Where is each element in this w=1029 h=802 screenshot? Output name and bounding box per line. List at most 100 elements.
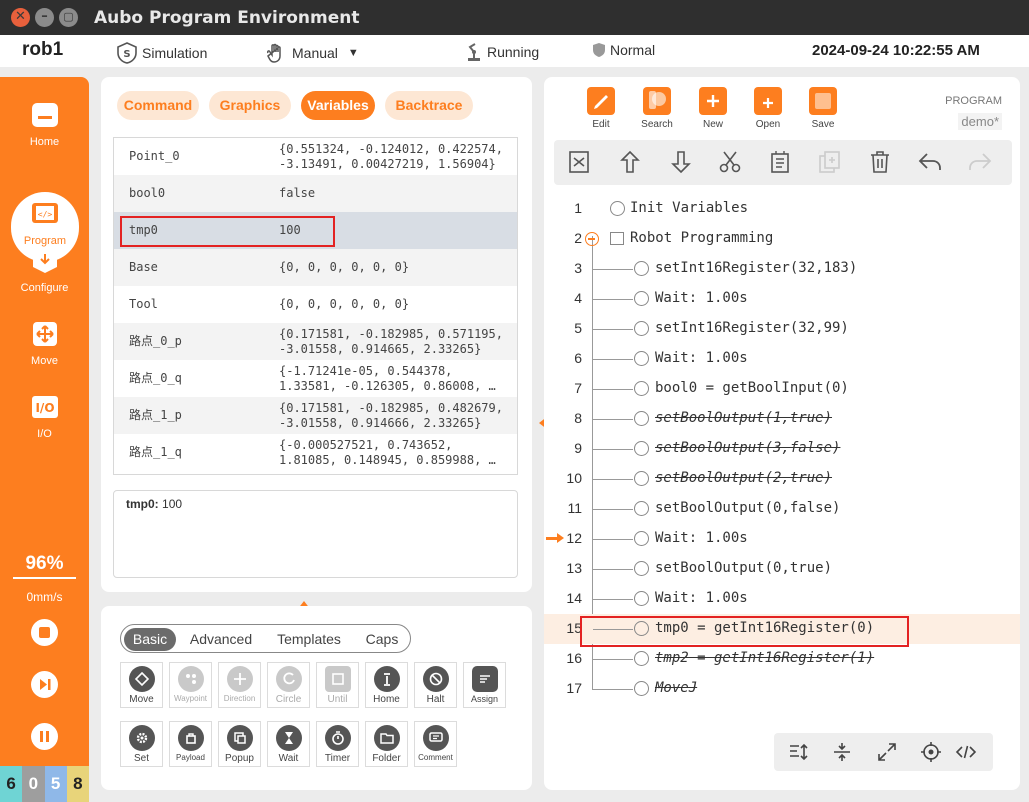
undo-button[interactable] bbox=[917, 149, 943, 175]
chevron-down-icon: ▼ bbox=[347, 47, 359, 59]
window-maximize-button[interactable]: ▢ bbox=[59, 8, 78, 27]
list-item[interactable]: 5 setInt16Register(32,99) bbox=[544, 314, 1020, 344]
move-down-button[interactable] bbox=[668, 149, 694, 175]
list-item[interactable]: 13 setBoolOutput(0,true) bbox=[544, 554, 1020, 584]
list-item[interactable]: 7 bool0 = getBoolInput(0) bbox=[544, 374, 1020, 404]
list-item[interactable]: 6 Wait: 1.00s bbox=[544, 344, 1020, 374]
arrow-down-icon bbox=[671, 151, 691, 174]
variable-value: {0.171581, -0.182985, 0.482679, -3.01558… bbox=[279, 400, 503, 430]
delete-button[interactable] bbox=[867, 149, 893, 175]
sort-icon[interactable] bbox=[787, 741, 809, 763]
popup-command-button[interactable]: Popup bbox=[218, 721, 261, 767]
collapse-minus-icon[interactable] bbox=[585, 232, 599, 246]
version-digit: 5 bbox=[44, 766, 67, 802]
delete-box-button[interactable] bbox=[567, 149, 593, 175]
until-command-button[interactable]: Until bbox=[316, 662, 359, 708]
waypoint-command-button[interactable]: Waypoint bbox=[169, 662, 212, 708]
assign-command-button[interactable]: Assign bbox=[463, 662, 506, 708]
tab-templates[interactable]: Templates bbox=[266, 628, 352, 651]
payload-command-button[interactable]: Payload bbox=[169, 721, 212, 767]
list-item[interactable]: 14 Wait: 1.00s bbox=[544, 584, 1020, 614]
tab-graphics[interactable]: Graphics bbox=[209, 91, 291, 120]
list-item[interactable]: 2 Robot Programming bbox=[544, 224, 1020, 254]
tab-basic[interactable]: Basic bbox=[124, 628, 176, 651]
running-label: Running bbox=[487, 44, 540, 60]
list-item-disabled[interactable]: 17 MoveJ bbox=[544, 674, 1020, 704]
variable-name: 路点_1_p bbox=[129, 408, 182, 422]
arrow-up-icon bbox=[620, 150, 640, 173]
edit-button[interactable]: Edit bbox=[581, 87, 621, 130]
save-button[interactable]: Save bbox=[803, 87, 843, 130]
folder-icon bbox=[373, 725, 400, 751]
version-digit: 6 bbox=[0, 766, 23, 802]
cut-button[interactable] bbox=[717, 149, 743, 175]
new-button[interactable]: New bbox=[693, 87, 733, 130]
robot-name[interactable]: rob1 bbox=[22, 39, 63, 61]
pause-button[interactable] bbox=[31, 723, 58, 750]
folder-command-button[interactable]: Folder bbox=[365, 721, 408, 767]
list-item[interactable]: 4 Wait: 1.00s bbox=[544, 284, 1020, 314]
expand-icon[interactable] bbox=[876, 741, 898, 763]
minimize-icon: – bbox=[41, 9, 48, 24]
command-palette: Basic Advanced Templates Caps Move Waypo… bbox=[101, 606, 532, 790]
table-row[interactable]: 路点_0_q {-1.71241e-05, 0.544378, 1.33581,… bbox=[114, 360, 517, 397]
table-row[interactable]: Base {0, 0, 0, 0, 0, 0} bbox=[114, 249, 517, 286]
x-box-icon bbox=[569, 151, 589, 173]
table-row[interactable]: bool0 false bbox=[114, 175, 517, 212]
sidebar-item-move[interactable]: Move bbox=[0, 320, 89, 367]
tab-variables[interactable]: Variables bbox=[301, 91, 375, 120]
code-view-icon[interactable] bbox=[955, 741, 977, 763]
table-row[interactable]: 路点_0_p {0.171581, -0.182985, 0.571195, -… bbox=[114, 323, 517, 360]
list-item-disabled[interactable]: 16 tmp2 = getInt16Register(1) bbox=[544, 644, 1020, 674]
crosshair-icon[interactable] bbox=[920, 741, 942, 763]
list-item-current[interactable]: 12 Wait: 1.00s bbox=[544, 524, 1020, 554]
circle-command-button[interactable]: Circle bbox=[267, 662, 310, 708]
search-button[interactable]: Search bbox=[637, 87, 677, 130]
redo-icon bbox=[969, 153, 992, 170]
variable-value: {0, 0, 0, 0, 0, 0} bbox=[279, 260, 410, 274]
table-row[interactable]: Point_0 {0.551324, -0.124012, 0.422574, … bbox=[114, 138, 517, 175]
list-item-disabled[interactable]: 9 setBoolOutput(3,false) bbox=[544, 434, 1020, 464]
collapse-all-icon[interactable] bbox=[831, 741, 853, 763]
sidebar-item-home[interactable]: Home bbox=[0, 101, 89, 148]
set-command-button[interactable]: Set bbox=[120, 721, 163, 767]
list-item-disabled[interactable]: 8 setBoolOutput(1,true) bbox=[544, 404, 1020, 434]
halt-command-button[interactable]: Halt bbox=[414, 662, 457, 708]
tab-advanced[interactable]: Advanced bbox=[181, 628, 261, 651]
paste-button[interactable] bbox=[817, 149, 843, 175]
comment-command-button[interactable]: Comment bbox=[414, 721, 457, 767]
list-item[interactable]: 1 Init Variables bbox=[544, 194, 1020, 224]
open-button[interactable]: Open bbox=[748, 87, 788, 130]
tab-caps[interactable]: Caps bbox=[357, 628, 407, 651]
hourglass-icon bbox=[634, 291, 649, 306]
svg-text:S: S bbox=[123, 49, 130, 60]
table-row[interactable]: 路点_1_p {0.171581, -0.182985, 0.482679, -… bbox=[114, 397, 517, 434]
move-command-button[interactable]: Move bbox=[120, 662, 163, 708]
wait-command-button[interactable]: Wait bbox=[267, 721, 310, 767]
move-icon bbox=[634, 681, 649, 696]
home-command-button[interactable]: Home bbox=[365, 662, 408, 708]
sidebar-item-label: Move bbox=[31, 355, 58, 367]
list-item-disabled[interactable]: 10 setBoolOutput(2,true) bbox=[544, 464, 1020, 494]
manual-mode-dropdown[interactable]: Manual ▼ bbox=[264, 42, 359, 64]
window-minimize-button[interactable]: – bbox=[35, 8, 54, 27]
tab-command[interactable]: Command bbox=[117, 91, 199, 120]
sidebar-item-configure[interactable]: Configure bbox=[0, 247, 89, 294]
simulation-mode[interactable]: S Simulation bbox=[116, 42, 207, 64]
redo-button[interactable] bbox=[967, 149, 993, 175]
move-up-button[interactable] bbox=[617, 149, 643, 175]
table-row[interactable]: Tool {0, 0, 0, 0, 0, 0} bbox=[114, 286, 517, 323]
step-button[interactable] bbox=[31, 671, 58, 698]
list-item[interactable]: 11 setBoolOutput(0,false) bbox=[544, 494, 1020, 524]
robot-home-icon bbox=[373, 666, 400, 692]
table-row[interactable]: 路点_1_q {-0.000527521, 0.743652, 1.81085,… bbox=[114, 434, 517, 471]
tab-backtrace[interactable]: Backtrace bbox=[385, 91, 473, 120]
direction-command-button[interactable]: Direction bbox=[218, 662, 261, 708]
timer-command-button[interactable]: Timer bbox=[316, 721, 359, 767]
sidebar-item-io[interactable]: I/O I/O bbox=[0, 393, 89, 440]
copy-button[interactable] bbox=[767, 149, 793, 175]
stop-button[interactable] bbox=[31, 619, 58, 646]
list-item[interactable]: 3 setInt16Register(32,183) bbox=[544, 254, 1020, 284]
speed-percentage[interactable]: 96% bbox=[0, 553, 89, 575]
window-close-button[interactable]: ✕ bbox=[11, 8, 30, 27]
